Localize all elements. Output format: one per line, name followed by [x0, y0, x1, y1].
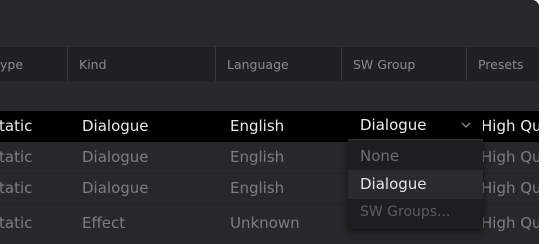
cell-kind: Effect: [82, 214, 126, 232]
chevron-down-icon: [461, 122, 471, 128]
menu-item-sw-groups[interactable]: SW Groups...: [348, 198, 483, 227]
column-header-type[interactable]: ype: [0, 47, 67, 81]
cell-language: Unknown: [230, 214, 300, 232]
menu-item-none[interactable]: None: [348, 142, 483, 171]
sw-group-select-value: Dialogue: [360, 116, 427, 134]
cell-presets: High Qua: [481, 214, 539, 232]
empty-row: [0, 81, 539, 111]
cell-language: English: [230, 148, 285, 166]
cell-language: English: [230, 179, 285, 197]
cell-presets: High Qua: [481, 179, 539, 197]
column-header-sw-group[interactable]: SW Group: [341, 47, 466, 81]
panel-top-area: [0, 0, 539, 46]
cell-presets: High Qua: [481, 148, 539, 166]
column-header-kind[interactable]: Kind: [67, 47, 215, 81]
column-header-presets[interactable]: Presets: [466, 47, 539, 81]
cell-presets: High Qua: [481, 117, 539, 135]
column-header-language[interactable]: Language: [215, 47, 341, 81]
cell-kind: Dialogue: [82, 179, 149, 197]
sound-table-panel: ype Kind Language SW Group Presets tatic…: [0, 0, 539, 244]
sw-group-dropdown-menu: None Dialogue SW Groups...: [348, 140, 483, 229]
cell-language: English: [230, 117, 285, 135]
sw-group-select[interactable]: Dialogue: [348, 111, 483, 140]
cell-kind: Dialogue: [82, 148, 149, 166]
table-header: ype Kind Language SW Group Presets: [0, 46, 539, 82]
cell-type: tatic: [0, 117, 33, 135]
cell-type: tatic: [0, 179, 33, 197]
cell-kind: Dialogue: [82, 117, 149, 135]
cell-type: tatic: [0, 148, 33, 166]
cell-type: tatic: [0, 214, 33, 232]
menu-item-dialogue[interactable]: Dialogue: [348, 170, 483, 199]
